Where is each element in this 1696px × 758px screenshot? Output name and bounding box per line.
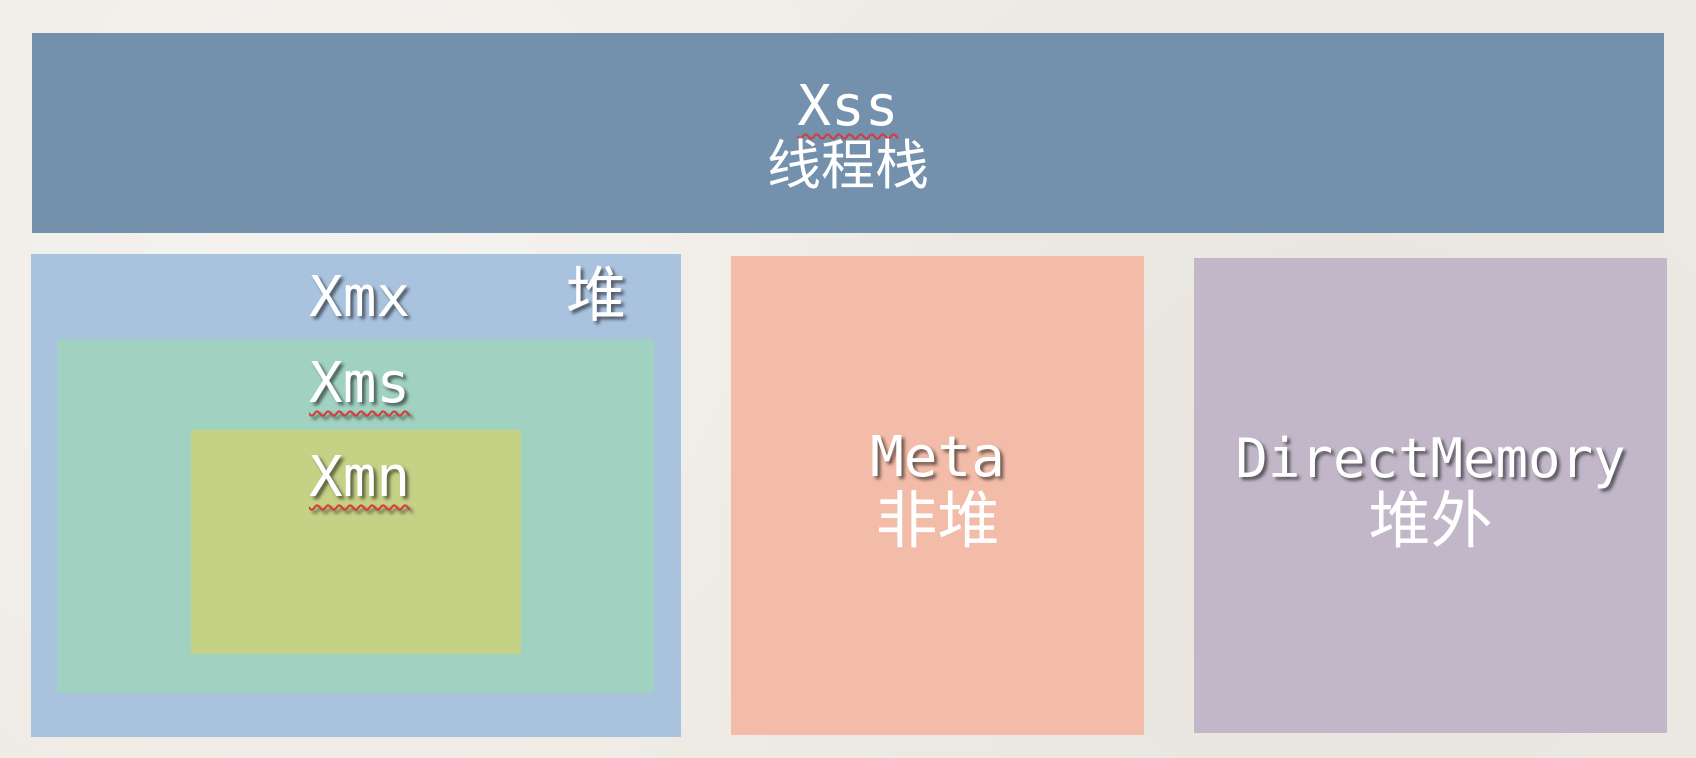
diagram-canvas: Xss 线程栈 Xmx 堆 Xms Xmn Meta 非堆 DirectMemo… [0, 0, 1696, 758]
heap-name: 堆 [566, 261, 626, 331]
direct-memory-text: DirectMemory 堆外 [1194, 427, 1667, 558]
thread-stack-name: 线程栈 [767, 134, 929, 198]
xmn-label: Xmn [309, 445, 411, 510]
direct-memory-label: DirectMemory [1235, 427, 1626, 490]
direct-memory-block: DirectMemory 堆外 [1194, 258, 1667, 733]
non-heap-name: 非堆 [875, 484, 1000, 558]
xms-label: Xms [309, 351, 411, 416]
meta-text: Meta 非堆 [731, 425, 1144, 558]
thread-stack-text: Xss 线程栈 [32, 74, 1664, 198]
thread-stack-block: Xss 线程栈 [32, 33, 1664, 233]
meta-label: Meta [870, 425, 1005, 490]
xss-label: Xss [797, 74, 899, 139]
xmx-label: Xmx [309, 265, 411, 330]
off-heap-name: 堆外 [1368, 484, 1493, 558]
meta-block: Meta 非堆 [731, 256, 1144, 735]
